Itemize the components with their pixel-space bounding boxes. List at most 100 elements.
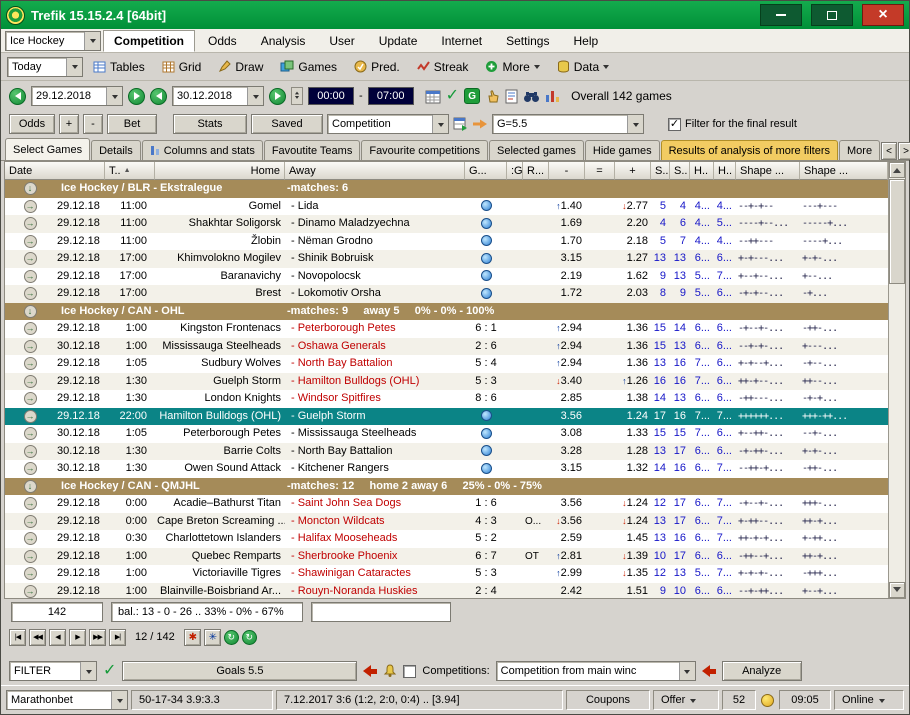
go-icon[interactable]: →	[24, 445, 37, 458]
column-header-time[interactable]: T..▲	[105, 162, 155, 180]
go-icon[interactable]: →	[24, 550, 37, 563]
match-row[interactable]: →30.12.181:00Mississauga Steelheads- Osh…	[5, 338, 888, 356]
group-header-row[interactable]: ↓Ice Hockey / CAN - OHL-matches: 9 away …	[5, 303, 888, 321]
menu-item-settings[interactable]: Settings	[495, 30, 560, 52]
menu-item-user[interactable]: User	[318, 30, 365, 52]
filter-competition-select[interactable]: Competition from main winc	[496, 661, 696, 681]
group-header-row[interactable]: ↓Ice Hockey / CAN - QMJHL-matches: 12 ho…	[5, 478, 888, 496]
saved-button[interactable]: Saved	[251, 114, 323, 134]
match-row[interactable]: →29.12.1811:00Shakhtar Soligorsk- Dinamo…	[5, 215, 888, 233]
last-record-button[interactable]: ▶|	[109, 629, 126, 646]
go-icon[interactable]: →	[24, 287, 37, 300]
coupons-button[interactable]: Coupons	[566, 690, 650, 710]
match-row[interactable]: →29.12.180:00Cape Breton Screaming ...- …	[5, 513, 888, 531]
column-header-away-win[interactable]: +	[615, 162, 651, 180]
go-icon-cell[interactable]: →	[5, 270, 55, 283]
toolbar-button-pred[interactable]: Pred.	[347, 57, 407, 77]
scrollbar-thumb[interactable]	[889, 179, 905, 284]
column-header-shape-home[interactable]: Shape ...	[736, 162, 800, 180]
column-header-result[interactable]: R...	[523, 162, 549, 180]
group-header-row[interactable]: ↓Ice Hockey / BLR - Ekstralegue-matches:…	[5, 180, 888, 198]
toolbar-button-tables[interactable]: Tables	[86, 57, 152, 77]
go-icon[interactable]: →	[24, 532, 37, 545]
collapse-icon-cell[interactable]: ↓	[5, 305, 55, 318]
scroll-down-button[interactable]	[889, 582, 905, 598]
toolbar-button-data[interactable]: Data	[550, 57, 616, 77]
go-icon-cell[interactable]: →	[5, 550, 55, 563]
go-icon[interactable]: →	[24, 497, 37, 510]
go-icon[interactable]: →	[24, 217, 37, 230]
match-row[interactable]: →29.12.1817:00Khimvolokno Mogilev- Shini…	[5, 250, 888, 268]
match-row[interactable]: →30.12.181:30Owen Sound Attack- Kitchene…	[5, 460, 888, 478]
column-header-shape-away[interactable]: Shape ...	[800, 162, 888, 180]
go-icon-cell[interactable]: →	[5, 515, 55, 528]
search-button[interactable]	[523, 90, 540, 103]
column-header-home[interactable]: Home	[155, 162, 285, 180]
go-icon-cell[interactable]: →	[5, 445, 55, 458]
go-icon-cell[interactable]: →	[5, 497, 55, 510]
go-icon-cell[interactable]: →	[5, 235, 55, 248]
go-icon-cell[interactable]: →	[5, 287, 55, 300]
sport-select[interactable]: Ice Hockey	[5, 31, 101, 51]
close-button[interactable]: ×	[862, 4, 904, 26]
go-icon[interactable]: →	[24, 375, 37, 388]
online-dropdown[interactable]: Online	[834, 690, 904, 710]
tab-favourite-teams[interactable]: Favoutite Teams	[264, 140, 361, 160]
competition-select[interactable]: Competition	[327, 114, 449, 134]
refresh-all-button[interactable]: ↻	[242, 630, 257, 645]
maximize-button[interactable]	[811, 4, 853, 26]
apply-check-button[interactable]: ✓	[446, 88, 459, 104]
match-row[interactable]: →29.12.181:30London Knights- Windsor Spi…	[5, 390, 888, 408]
column-header-h-home[interactable]: H..	[690, 162, 714, 180]
vertical-scrollbar[interactable]	[888, 162, 905, 598]
match-row[interactable]: →29.12.181:30Guelph Storm- Hamilton Bull…	[5, 373, 888, 391]
go-icon[interactable]: →	[24, 585, 37, 598]
column-header-date[interactable]: Date	[5, 162, 105, 180]
tab-results-of-analysis[interactable]: Results of analysis of more filters	[661, 140, 838, 160]
notes-button[interactable]	[505, 89, 518, 104]
menu-item-update[interactable]: Update	[368, 30, 429, 52]
go-icon[interactable]: →	[24, 392, 37, 405]
go-icon[interactable]: →	[24, 427, 37, 440]
go-icon-cell[interactable]: →	[5, 585, 55, 598]
collapse-icon-cell[interactable]: ↓	[5, 182, 55, 195]
collapse-icon[interactable]: ↓	[24, 182, 37, 195]
date-from-select[interactable]: 29.12.2018	[31, 86, 123, 106]
date-to-select[interactable]: 30.12.2018	[172, 86, 264, 106]
stats-button[interactable]: Stats	[173, 114, 247, 134]
column-header-draw[interactable]: =	[585, 162, 615, 180]
go-icon-cell[interactable]: →	[5, 252, 55, 265]
hand-button[interactable]	[485, 89, 500, 104]
statistics-button[interactable]	[545, 89, 560, 103]
toolbar-button-draw[interactable]: Draw	[211, 57, 270, 77]
column-header-s-home[interactable]: S..	[651, 162, 670, 180]
next-page-button[interactable]: ▶▶	[89, 629, 106, 646]
column-header-goals[interactable]: G...	[465, 162, 507, 180]
go-icon[interactable]: →	[24, 357, 37, 370]
menu-item-competition[interactable]: Competition	[103, 30, 195, 52]
go-icon-cell[interactable]: →	[5, 217, 55, 230]
calendar-button[interactable]	[425, 89, 441, 104]
prev-date-to-button[interactable]	[150, 88, 167, 105]
tab-columns-and-stats[interactable]: Columns and stats	[142, 140, 263, 160]
star-blue-button[interactable]: ✳	[204, 629, 221, 646]
toolbar-button-games[interactable]: Games	[273, 57, 344, 77]
tab-scroll-right-button[interactable]: >	[898, 142, 910, 160]
go-icon-cell[interactable]: →	[5, 392, 55, 405]
refresh-button[interactable]: ↻	[224, 630, 239, 645]
goals-line-select[interactable]: G=5.5	[492, 114, 644, 134]
go-icon[interactable]: →	[24, 462, 37, 475]
go-icon[interactable]: →	[24, 410, 37, 423]
time-to-field[interactable]: 07:00	[368, 87, 414, 105]
go-icon-cell[interactable]: →	[5, 340, 55, 353]
match-row[interactable]: →30.12.181:30Barrie Colts- North Bay Bat…	[5, 443, 888, 461]
go-icon[interactable]: →	[24, 567, 37, 580]
menu-item-help[interactable]: Help	[562, 30, 609, 52]
final-result-checkbox[interactable]: ✓	[668, 118, 681, 131]
go-icon[interactable]: →	[24, 340, 37, 353]
first-record-button[interactable]: |◀	[9, 629, 26, 646]
go-icon-cell[interactable]: →	[5, 532, 55, 545]
toolbar-button-more[interactable]: More	[478, 57, 546, 77]
collapse-icon[interactable]: ↓	[24, 305, 37, 318]
analyze-button[interactable]: Analyze	[722, 661, 802, 681]
